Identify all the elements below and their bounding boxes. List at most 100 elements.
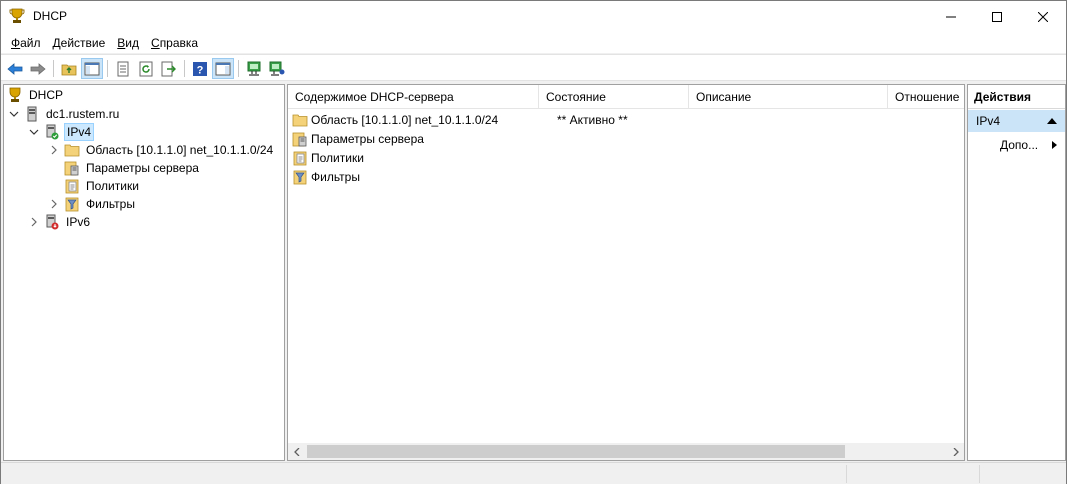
- tree-item-ipv4[interactable]: IPv4: [28, 123, 95, 141]
- actions-header: Действия: [968, 85, 1065, 109]
- help-icon: ?: [193, 61, 207, 76]
- menu-bar: Файл Действие Вид Справка: [1, 32, 1066, 53]
- tree-item-scope[interactable]: Область [10.1.1.0] net_10.1.1.0/24: [48, 141, 275, 159]
- menu-help-label: правка: [159, 35, 199, 50]
- tree-item-dhcp-root[interactable]: DHCP: [7, 86, 65, 104]
- actions-more-item[interactable]: Допо...: [968, 135, 1065, 155]
- menu-help-hotkey: С: [151, 35, 160, 50]
- policies-icon: [64, 178, 80, 194]
- minimize-button[interactable]: [928, 1, 974, 32]
- list-item[interactable]: Фильтры: [292, 167, 952, 186]
- list-item[interactable]: Параметры сервера: [292, 129, 952, 148]
- menu-action-label: ействие: [60, 35, 106, 50]
- tree-item-ipv6[interactable]: IPv6: [28, 213, 92, 231]
- server-add-button[interactable]: [243, 58, 265, 79]
- result-list-pane[interactable]: Содержимое DHCP-сервера Состояние Описан…: [287, 84, 965, 461]
- column-header-relationship[interactable]: Отношение: [888, 85, 964, 109]
- status-cell: [979, 465, 1066, 483]
- list-header: Содержимое DHCP-сервера Состояние Описан…: [288, 85, 964, 109]
- chevron-right-icon[interactable]: [28, 216, 40, 228]
- scroll-right-icon[interactable]: [947, 443, 964, 460]
- tree-item-server-options[interactable]: Параметры сервера: [64, 159, 201, 177]
- menu-file-label: айл: [20, 35, 41, 50]
- list-item-name: Область [10.1.1.0] net_10.1.1.0/24: [311, 112, 499, 127]
- tree-item-filters[interactable]: Фильтры: [48, 195, 137, 213]
- export-list-icon: [161, 61, 176, 76]
- folder-icon: [292, 112, 308, 128]
- properties-button[interactable]: [112, 58, 134, 79]
- list-item-state: ** Активно **: [557, 112, 628, 127]
- column-header-description[interactable]: Описание: [689, 85, 888, 109]
- refresh-icon: [139, 61, 153, 76]
- forward-icon: [30, 62, 46, 75]
- policies-icon: [292, 150, 308, 166]
- menu-action[interactable]: Действие: [47, 33, 112, 53]
- maximize-button[interactable]: [974, 1, 1020, 32]
- close-icon: [1038, 11, 1048, 22]
- list-item-name: Фильтры: [311, 169, 360, 184]
- show-hide-action-pane-icon: [215, 62, 231, 75]
- maximize-icon: [992, 11, 1002, 22]
- server-icon: [24, 106, 40, 122]
- menu-file[interactable]: Файл: [5, 33, 47, 53]
- collapse-up-icon: [1047, 118, 1057, 124]
- list-item[interactable]: Политики: [292, 148, 952, 167]
- horizontal-scrollbar[interactable]: [288, 443, 964, 460]
- chevron-down-icon[interactable]: [28, 126, 40, 138]
- scroll-left-icon[interactable]: [288, 443, 305, 460]
- folder-icon: [64, 142, 80, 158]
- filters-icon: [292, 169, 308, 185]
- console-tree-pane[interactable]: DHCP dc1.rustem.ru IPv4 Область [10.1.1.…: [3, 84, 285, 461]
- show-hide-tree-button[interactable]: [81, 58, 103, 79]
- menu-view-label: ид: [125, 35, 140, 50]
- status-cell: [846, 465, 979, 483]
- title-bar[interactable]: DHCP: [1, 1, 1066, 32]
- server-add-icon: [247, 61, 261, 76]
- filters-icon: [64, 196, 80, 212]
- tree-item-server[interactable]: dc1.rustem.ru: [8, 105, 121, 123]
- tree-item-policies[interactable]: Политики: [64, 177, 141, 195]
- dhcp-window: DHCP Файл Действие Вид Справка ? DHCP dc…: [0, 0, 1067, 484]
- refresh-button[interactable]: [135, 58, 157, 79]
- show-hide-action-pane-button[interactable]: [212, 58, 234, 79]
- help-button[interactable]: ?: [189, 58, 211, 79]
- menu-file-hotkey: Ф: [11, 35, 21, 50]
- toolbar: ?: [1, 54, 1066, 81]
- server-authorize-icon: [269, 61, 285, 76]
- actions-pane: Действия IPv4 Допо...: [967, 84, 1066, 461]
- back-button[interactable]: [4, 58, 26, 79]
- scrollbar-thumb[interactable]: [307, 445, 845, 458]
- chevron-down-icon[interactable]: [8, 108, 20, 120]
- actions-section-ipv4[interactable]: IPv4: [968, 110, 1065, 132]
- server-authorize-button[interactable]: [266, 58, 288, 79]
- server-options-icon: [64, 160, 80, 176]
- svg-text:?: ?: [197, 64, 204, 76]
- close-button[interactable]: [1020, 1, 1066, 32]
- tree-label: dc1.rustem.ru: [46, 107, 120, 121]
- menu-help[interactable]: Справка: [145, 33, 204, 53]
- tree-label: Область [10.1.1.0] net_10.1.1.0/24: [86, 143, 274, 157]
- up-folder-button[interactable]: [58, 58, 80, 79]
- minimize-icon: [946, 16, 956, 17]
- up-folder-icon: [61, 64, 77, 75]
- tree-label: Фильтры: [86, 197, 135, 211]
- column-header-state[interactable]: Состояние: [539, 85, 689, 109]
- menu-view[interactable]: Вид: [111, 33, 145, 53]
- tree-label: Параметры сервера: [86, 161, 199, 175]
- show-hide-tree-icon: [84, 62, 100, 75]
- status-bar: [1, 462, 1066, 484]
- chevron-right-icon[interactable]: [48, 198, 60, 210]
- tree-label: IPv4: [64, 123, 95, 141]
- actions-more-label: Допо...: [1000, 138, 1039, 152]
- tree-label: Политики: [86, 179, 139, 193]
- list-item-name: Параметры сервера: [311, 131, 424, 146]
- list-item[interactable]: Область [10.1.1.0] net_10.1.1.0/24 ** Ак…: [292, 110, 952, 129]
- column-header-content[interactable]: Содержимое DHCP-сервера: [288, 85, 539, 109]
- toolbar-separator: [53, 60, 54, 77]
- forward-button[interactable]: [27, 58, 49, 79]
- submenu-arrow-icon: [1052, 141, 1057, 149]
- server-options-icon: [292, 131, 308, 147]
- toolbar-separator: [238, 60, 239, 77]
- export-list-button[interactable]: [158, 58, 180, 79]
- chevron-right-icon[interactable]: [48, 144, 60, 156]
